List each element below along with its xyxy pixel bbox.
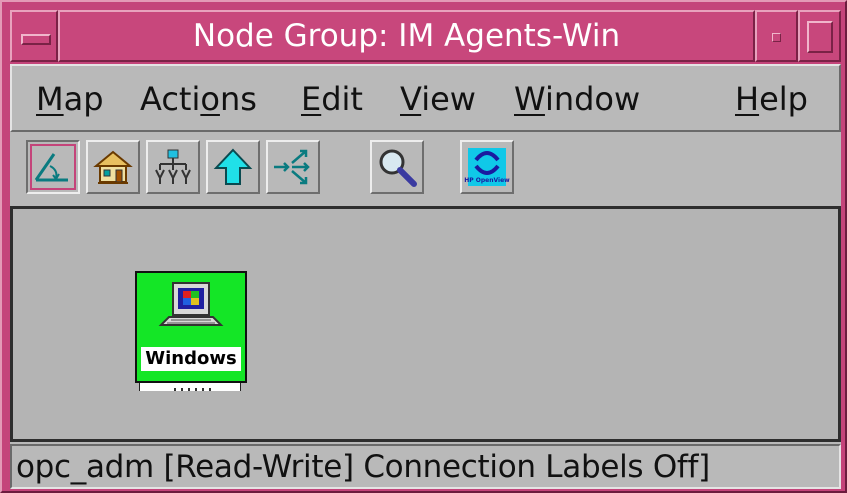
- select-tool-button[interactable]: [26, 140, 80, 194]
- toolbar: HP OpenView: [10, 132, 841, 206]
- minimize-button[interactable]: [755, 10, 798, 62]
- magnifier-icon: [379, 149, 417, 187]
- parent-up-button[interactable]: [206, 140, 260, 194]
- node-label: Windows: [141, 347, 241, 371]
- menu-edit[interactable]: Edit: [301, 80, 363, 118]
- explode-button[interactable]: [266, 140, 320, 194]
- hp-openview-logo-icon: HP OpenView: [464, 148, 510, 186]
- house-icon: [93, 150, 133, 184]
- title-bar[interactable]: Node Group: IM Agents-Win: [10, 10, 841, 62]
- window-title[interactable]: Node Group: IM Agents-Win: [58, 10, 755, 62]
- menu-help[interactable]: Help: [735, 80, 808, 118]
- hp-openview-logo-text: HP OpenView: [464, 177, 510, 184]
- status-text: opc_adm [Read-Write] Connection Labels O…: [16, 449, 710, 485]
- root-tree-button[interactable]: [146, 140, 200, 194]
- menu-view[interactable]: View: [400, 80, 476, 118]
- angle-arrow-icon: [34, 153, 68, 182]
- menu-bar: Map Actions Edit View Window Help: [10, 64, 841, 132]
- maximize-icon: [807, 21, 833, 53]
- map-canvas[interactable]: Windows: [10, 206, 841, 442]
- window-frame: Node Group: IM Agents-Win Map Actions Ed…: [0, 0, 847, 493]
- status-bar: opc_adm [Read-Write] Connection Labels O…: [10, 444, 841, 489]
- menu-window[interactable]: Window: [514, 80, 640, 118]
- menu-actions[interactable]: Actions: [140, 80, 257, 118]
- hp-openview-button[interactable]: HP OpenView: [460, 140, 514, 194]
- tree-hierarchy-icon: [155, 149, 191, 184]
- search-button[interactable]: [370, 140, 424, 194]
- computer-monitor-icon: [158, 282, 224, 326]
- menu-map[interactable]: Map: [36, 80, 104, 118]
- up-arrow-icon: [213, 148, 253, 185]
- client-area: Map Actions Edit View Window Help HP Ope…: [10, 64, 841, 489]
- expand-arrows-icon: [274, 149, 310, 185]
- minimize-icon: [772, 33, 781, 42]
- node-windows[interactable]: Windows: [135, 271, 247, 383]
- home-map-button[interactable]: [86, 140, 140, 194]
- maximize-button[interactable]: [798, 10, 841, 62]
- window-menu-icon: [21, 34, 51, 45]
- window-menu-button[interactable]: [10, 10, 58, 62]
- node-sublabel: [139, 383, 241, 391]
